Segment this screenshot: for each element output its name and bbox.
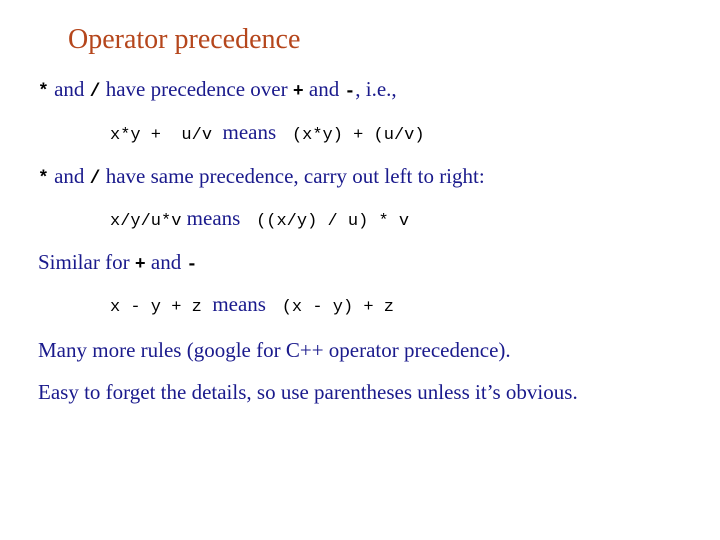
example-1: x*y + u/v means (x*y) + (u/v) [110,120,425,145]
operator-multiply: * [38,82,49,102]
code-expression: x/y/u*v [110,212,182,231]
operator-plus: + [134,255,146,275]
text: , i.e., [355,77,397,101]
text: and [145,250,187,274]
code-result: ((x/y) / u) * v [256,212,410,231]
text: and [48,164,90,188]
text: have precedence over [100,77,293,101]
means-label: means [212,292,266,316]
code-result: (x*y) + (u/v) [291,126,425,145]
text: and [48,77,90,101]
slide-title: Operator precedence [68,24,301,55]
operator-divide: / [89,82,101,102]
code-expression: x - y + z [110,298,202,317]
note-more-rules: Many more rules (google for C++ operator… [38,338,511,362]
operator-multiply: * [38,169,49,189]
code-result: (x - y) + z [281,298,394,317]
code-expression: x*y + u/v [110,126,213,145]
operator-minus: - [344,82,356,102]
operator-divide: / [89,169,101,189]
text: have same precedence, carry out left to … [100,164,485,188]
text: and [303,77,345,101]
rule-precedence-over: * and / have precedence over + and -, i.… [38,77,397,102]
means-label: means [222,120,277,144]
note-use-parentheses: Easy to forget the details, so use paren… [38,380,578,404]
example-2: x/y/u*v means ((x/y) / u) * v [110,206,409,231]
text: Similar for [38,250,135,274]
operator-plus: + [292,82,304,102]
operator-minus: - [186,255,198,275]
rule-similar: Similar for + and - [38,250,197,275]
rule-same-precedence: * and / have same precedence, carry out … [38,164,485,189]
means-label: means [186,206,241,230]
example-3: x - y + z means (x - y) + z [110,292,394,317]
